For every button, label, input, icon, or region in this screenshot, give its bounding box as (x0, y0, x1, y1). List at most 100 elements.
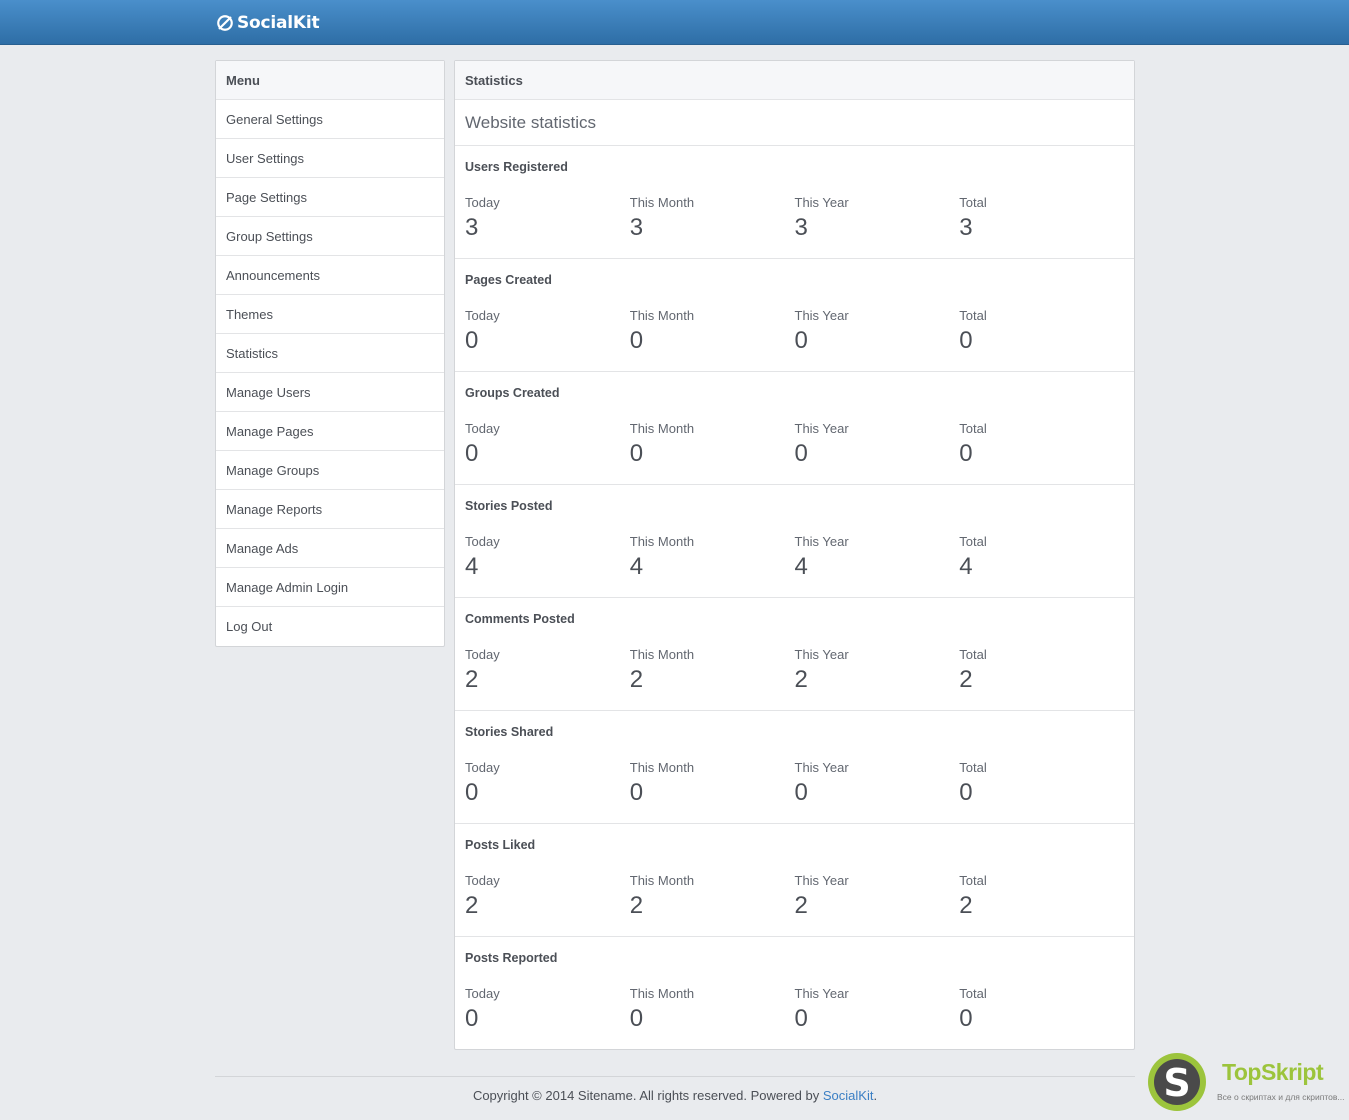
stat-columns: Today 2 This Month 2 This Year 2 Total 2 (465, 647, 1125, 694)
stat-group-title: Posts Liked (465, 838, 536, 852)
stat-label: This Year (794, 195, 849, 210)
stat-cell-this-month: This Month 0 (630, 760, 795, 807)
stat-cell-total: Total 0 (959, 986, 1124, 1033)
stat-value: 2 (629, 892, 644, 919)
brand-logo[interactable]: SocialKit (216, 12, 320, 34)
stat-cell-this-month: This Month 0 (630, 308, 795, 355)
stat-label: This Year (794, 534, 849, 549)
stat-cell-today: Today 3 (465, 195, 630, 242)
stat-value: 2 (629, 666, 644, 693)
stat-label: Today (465, 986, 500, 1001)
stat-value: 4 (959, 553, 973, 580)
stat-cell-total: Total 3 (959, 195, 1124, 242)
menu-item-group-settings[interactable]: Group Settings (216, 217, 444, 256)
stat-value: 3 (629, 214, 644, 241)
stat-group-title: Groups Created (465, 386, 560, 400)
stat-label: This Month (629, 308, 695, 323)
stat-label: Today (465, 308, 500, 323)
menu-item-manage-users[interactable]: Manage Users (216, 373, 444, 412)
stat-value: 2 (465, 666, 479, 693)
menu-item-statistics[interactable]: Statistics (216, 334, 444, 373)
menu-item-log-out[interactable]: Log Out (216, 607, 444, 646)
stat-label: Today (465, 873, 500, 888)
stat-columns: Today 2 This Month 2 This Year 2 Total 2 (465, 873, 1125, 920)
menu-item-page-settings[interactable]: Page Settings (216, 178, 444, 217)
stat-value: 0 (465, 327, 479, 354)
stat-value: 0 (629, 1005, 644, 1032)
stat-cell-this-year: This Year 0 (795, 986, 960, 1033)
stat-cell-this-month: This Month 3 (630, 195, 795, 242)
admin-menu-panel: Menu General Settings User Settings Page S… (215, 60, 445, 647)
stat-group-title: Posts Reported (465, 951, 558, 965)
stat-groups: Users Registered Today 3 This Month 3 This Ye… (455, 146, 1134, 1049)
menu-item-manage-reports[interactable]: Manage Reports (216, 490, 444, 529)
stat-label: This Month (629, 195, 695, 210)
stat-value: 2 (794, 666, 808, 693)
stat-label: Total (959, 647, 987, 662)
stat-value: 0 (794, 779, 808, 806)
statistics-panel: Statistics Website statistics Users Regi… (454, 60, 1135, 1050)
stat-cell-this-year: This Year 0 (795, 421, 960, 468)
stat-label: Today (465, 760, 500, 775)
stat-group-stories-posted: Stories Posted Today 4 This Month 4 This Year… (455, 485, 1134, 598)
menu-item-manage-groups[interactable]: Manage Groups (216, 451, 444, 490)
stat-value: 2 (959, 666, 973, 693)
stat-cell-this-year: This Year 2 (795, 647, 960, 694)
stat-group-title: Stories Shared (465, 725, 554, 739)
stat-cell-this-month: This Month 0 (630, 421, 795, 468)
stat-cell-this-month: This Month 2 (630, 873, 795, 920)
menu-item-themes[interactable]: Themes (216, 295, 444, 334)
stat-group-title: Pages Created (465, 273, 552, 287)
menu-item-manage-pages[interactable]: Manage Pages (216, 412, 444, 451)
stat-cell-this-year: This Year 4 (795, 534, 960, 581)
stat-cell-today: Today 0 (465, 308, 630, 355)
stat-group-groups-created: Groups Created Today 0 This Month 0 This Year… (455, 372, 1134, 485)
stat-label: Total (959, 873, 987, 888)
stat-cell-this-year: This Year 0 (795, 308, 960, 355)
stat-value: 0 (959, 440, 973, 467)
stat-label: This Year (794, 873, 849, 888)
website-statistics-title: Website statistics (455, 100, 1134, 146)
stat-group-users-registered: Users Registered Today 3 This Month 3 This Ye… (455, 146, 1134, 259)
stat-cell-this-month: This Month 0 (630, 986, 795, 1033)
stat-label: This Year (794, 421, 849, 436)
stat-value: 0 (794, 327, 808, 354)
stat-group-comments-posted: Comments Posted Today 2 This Month 2 This Yea… (455, 598, 1134, 711)
stat-columns: Today 0 This Month 0 This Year 0 Total 0 (465, 986, 1125, 1033)
menu-item-general-settings[interactable]: General Settings (216, 100, 444, 139)
stat-group-pages-created: Pages Created Today 0 This Month 0 This Year 0… (455, 259, 1134, 372)
watermark-name: TopSkript (1222, 1059, 1324, 1085)
footer: Copyright © 2014 Sitename. All rights re… (215, 1088, 1135, 1103)
stat-value: 0 (629, 440, 644, 467)
stat-value: 0 (465, 440, 479, 467)
stat-label: This Month (629, 760, 695, 775)
footer-socialkit-link[interactable]: SocialKit (823, 1088, 874, 1103)
stat-cell-this-year: This Year 3 (795, 195, 960, 242)
stat-cell-total: Total 0 (959, 421, 1124, 468)
stat-value: 0 (959, 1005, 973, 1032)
stat-value: 0 (794, 440, 808, 467)
stat-value: 0 (959, 327, 973, 354)
stat-value: 4 (629, 553, 644, 580)
stat-cell-this-year: This Year 0 (795, 760, 960, 807)
top-navbar: SocialKit (0, 0, 1349, 45)
menu-item-user-settings[interactable]: User Settings (216, 139, 444, 178)
stat-columns: Today 0 This Month 0 This Year 0 Total 0 (465, 421, 1125, 468)
stat-cell-today: Today 0 (465, 986, 630, 1033)
stat-label: Today (465, 195, 500, 210)
stat-label: Today (465, 647, 500, 662)
stat-label: This Year (794, 760, 849, 775)
stat-cell-today: Today 2 (465, 873, 630, 920)
stat-cell-this-year: This Year 2 (795, 873, 960, 920)
menu-item-announcements[interactable]: Announcements (216, 256, 444, 295)
stat-value: 3 (959, 214, 973, 241)
menu-item-manage-admin-login[interactable]: Manage Admin Login (216, 568, 444, 607)
stat-group-stories-shared: Stories Shared Today 0 This Month 0 This Year… (455, 711, 1134, 824)
stat-value: 0 (794, 1005, 808, 1032)
footer-period: . (873, 1088, 878, 1103)
stat-cell-today: Today 0 (465, 421, 630, 468)
stat-value: 2 (465, 892, 479, 919)
stat-label: Today (465, 421, 500, 436)
menu-item-manage-ads[interactable]: Manage Ads (216, 529, 444, 568)
stat-value: 3 (794, 214, 808, 241)
